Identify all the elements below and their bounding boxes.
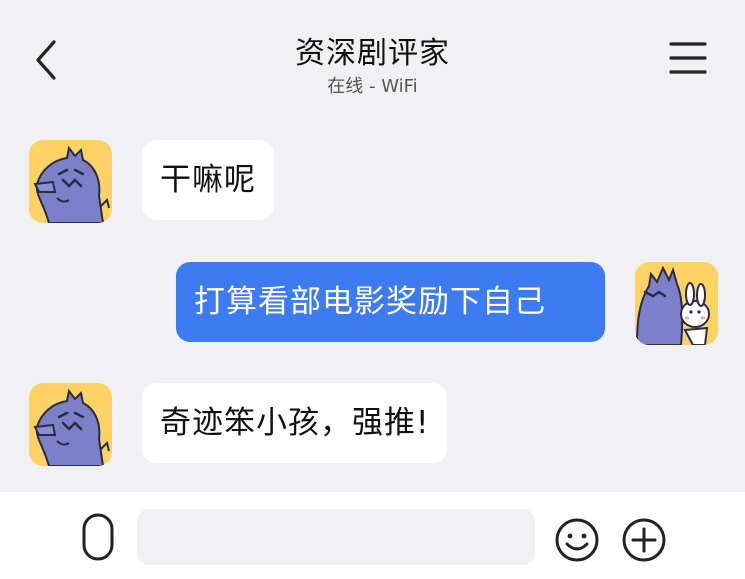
microphone-icon [82,513,114,561]
purple-dinosaur-avatar [33,388,110,466]
contact-avatar[interactable] [29,140,112,223]
message-bubble-incoming[interactable]: 干嘛呢 [142,140,274,220]
smiley-icon [555,518,599,562]
plus-circle-icon [622,518,666,562]
hamburger-menu-icon [669,42,707,74]
message-input[interactable] [137,509,535,565]
message-bubble-outgoing[interactable]: 打算看部电影奖励下自己 [176,262,605,342]
chat-header: 资深剧评家 在线 - WiFi [0,0,745,110]
contact-avatar[interactable] [29,383,112,466]
voice-button[interactable] [76,512,120,562]
message-composer [0,492,745,579]
more-options-button[interactable] [620,516,668,564]
purple-dinosaur-avatar [33,145,110,223]
chat-title: 资深剧评家 [295,36,450,71]
menu-button[interactable] [668,40,708,76]
emoji-button[interactable] [553,516,601,564]
online-status: 在线 - WiFi [327,76,418,97]
purple-dinosaur-with-bunny-avatar [635,265,710,345]
user-avatar[interactable] [635,262,718,345]
message-bubble-incoming[interactable]: 奇迹笨小孩，强推! [142,383,448,463]
